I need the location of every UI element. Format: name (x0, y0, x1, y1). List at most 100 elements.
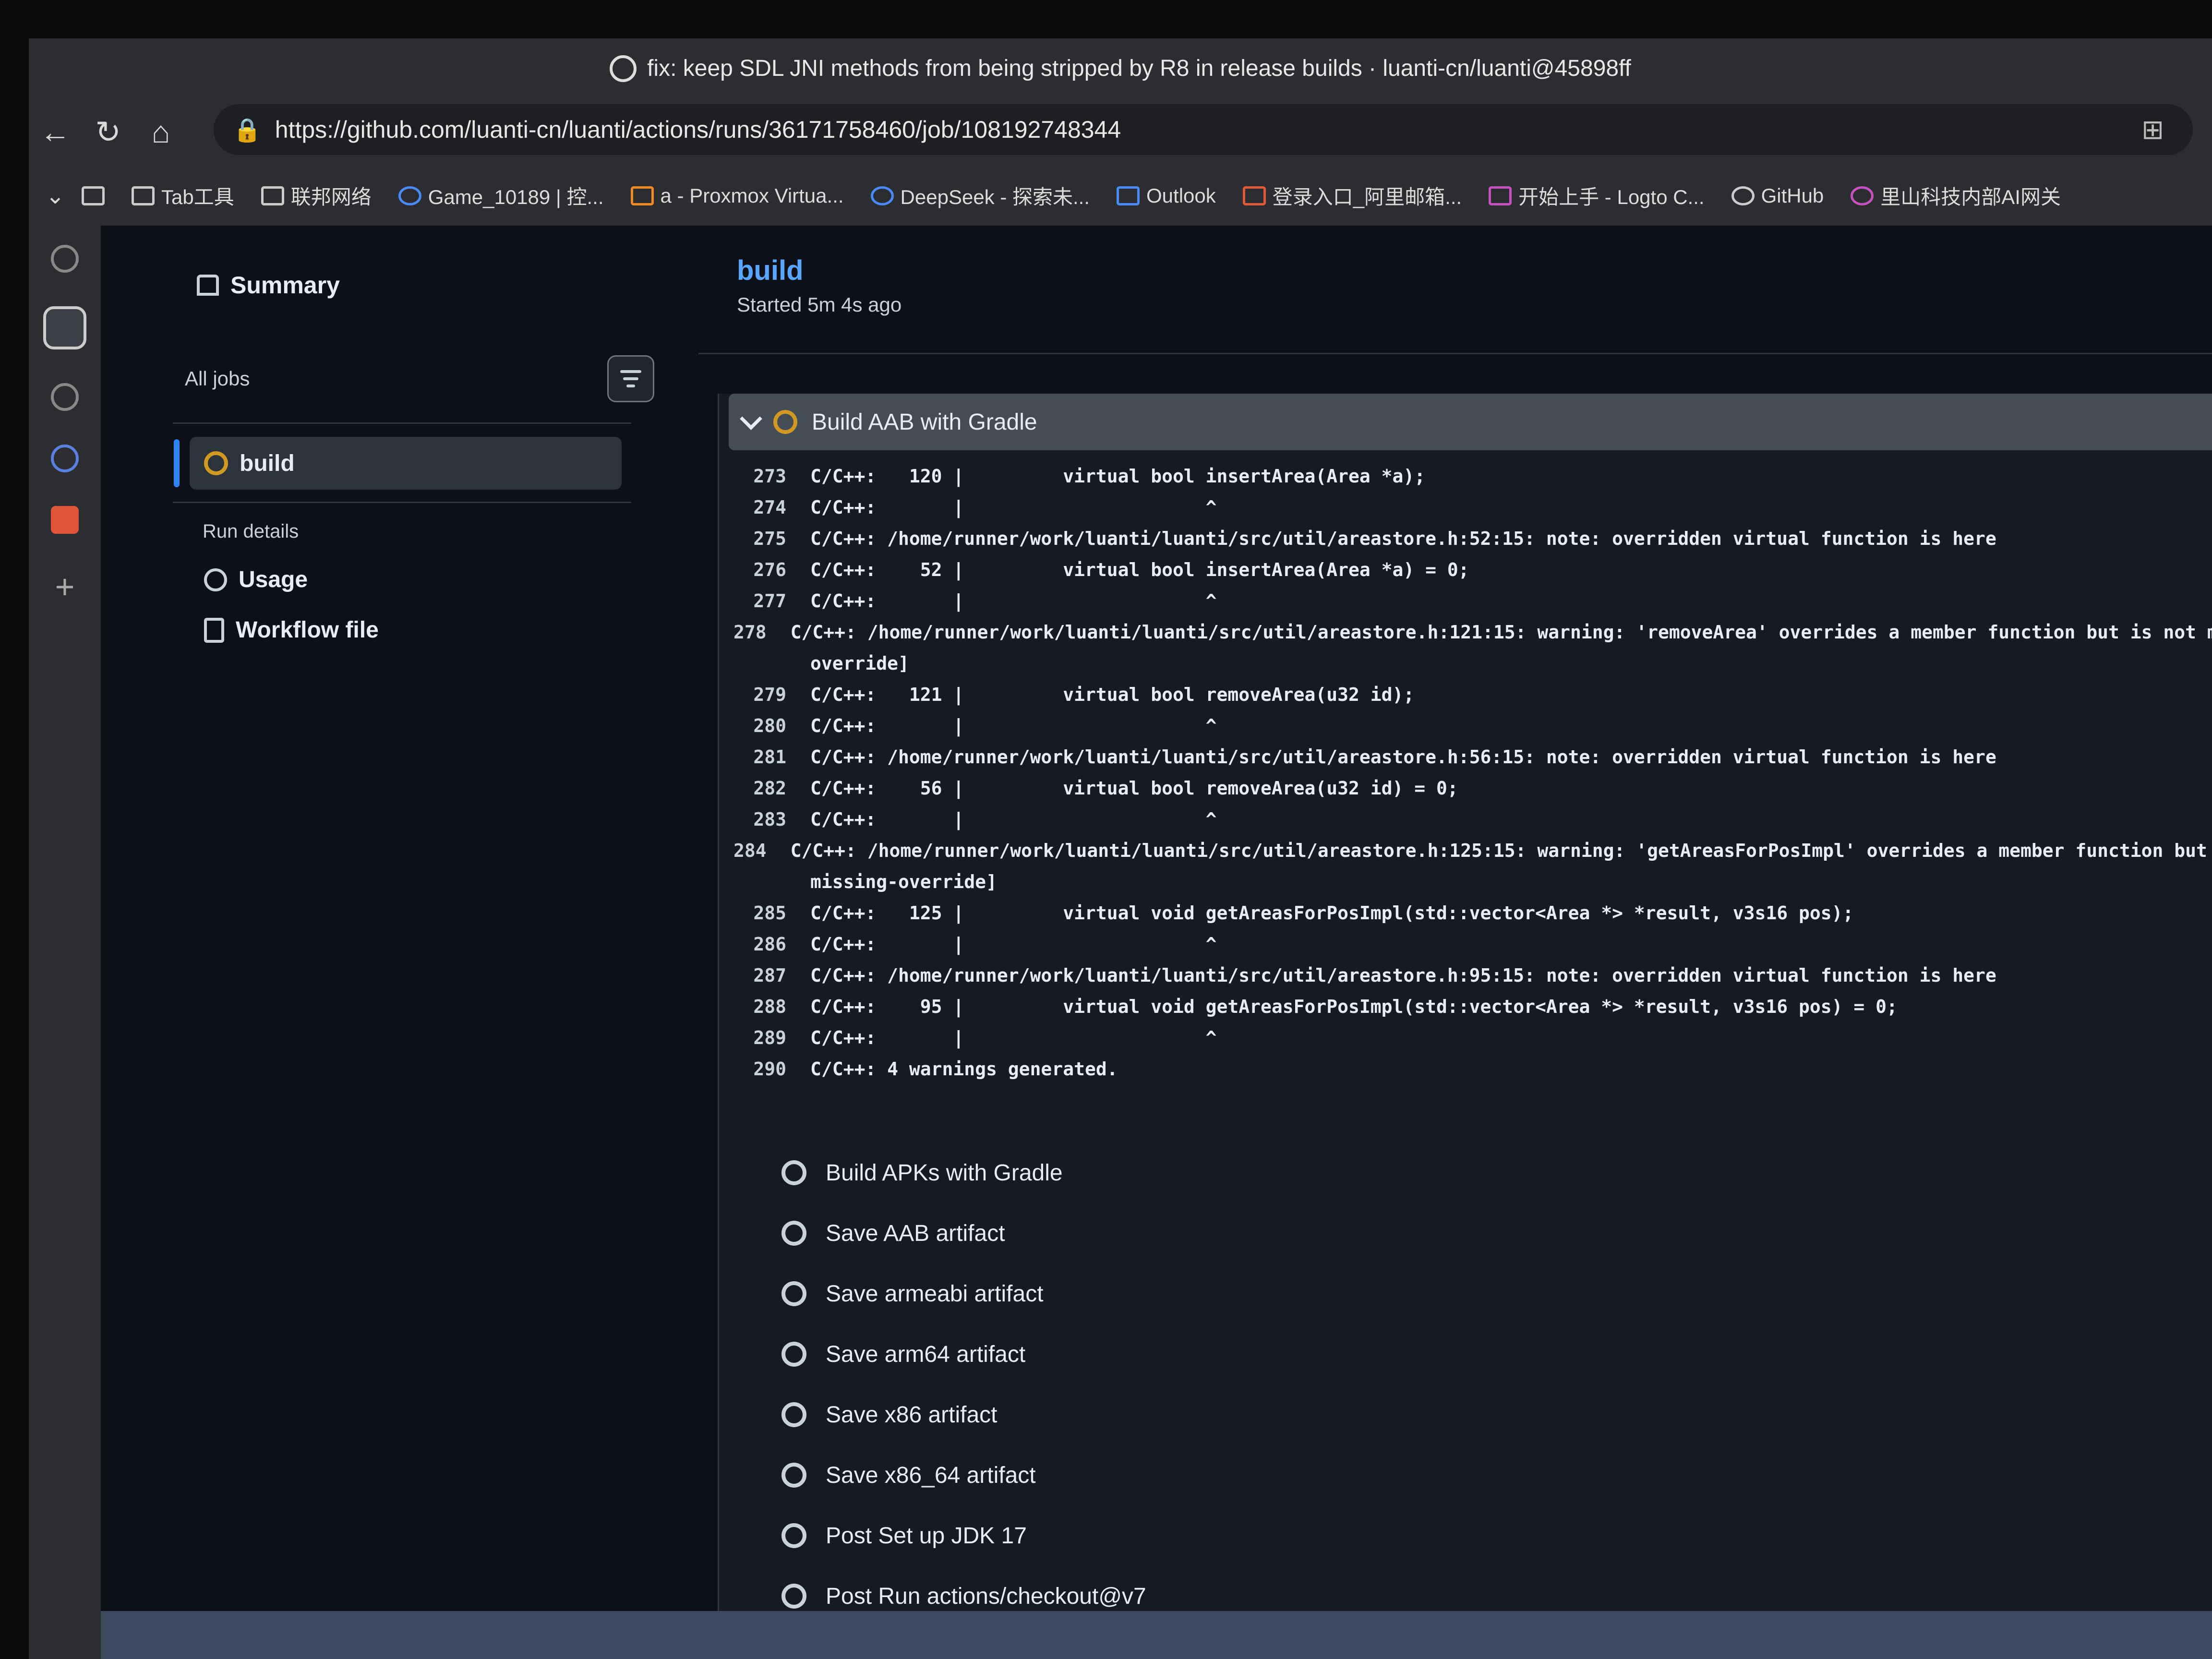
log-line-continuation: missing-override] (810, 871, 997, 892)
bookmark-reading-list[interactable] (82, 186, 105, 205)
log-text: C/C++: /home/runner/work/luanti/luanti/s… (790, 622, 2212, 643)
step-item[interactable]: Save AAB artifact (781, 1203, 1146, 1263)
chevron-down-icon[interactable]: ⌄ (29, 182, 82, 209)
log-line: 290 C/C++: 4 warnings generated. (733, 1054, 2212, 1085)
bookmark-ai-gateway[interactable]: 里山科技内部AI网关 (1851, 181, 2061, 210)
line-number[interactable]: 280 (733, 710, 810, 742)
step-label: Post Run actions/checkout@v7 (826, 1583, 1146, 1609)
lock-icon: 🔒 (233, 117, 262, 143)
step-label: Save x86 artifact (826, 1402, 998, 1428)
chevron-down-icon (740, 407, 762, 430)
bookmark-tab-tools[interactable]: Tab工具 (132, 181, 234, 210)
browser-side-panel: + (29, 226, 101, 1659)
bookmark-github[interactable]: GitHub (1731, 184, 1824, 207)
outlook-icon (1117, 186, 1140, 205)
game-icon (398, 186, 421, 205)
pending-icon (781, 1523, 806, 1548)
step-label: Post Set up JDK 17 (826, 1523, 1027, 1549)
url-text: https://github.com/luanti-cn/luanti/acti… (275, 116, 1121, 143)
pending-icon (781, 1463, 806, 1488)
copilot-icon[interactable] (43, 306, 86, 349)
line-number[interactable]: 274 (733, 492, 810, 523)
in-progress-icon (773, 410, 797, 434)
line-number[interactable]: 285 (733, 898, 810, 929)
workflow-file-link[interactable]: Workflow file (204, 617, 379, 643)
job-item-build[interactable]: build (190, 437, 622, 490)
line-number[interactable]: 287 (733, 960, 810, 991)
step-item[interactable]: Save x86_64 artifact (781, 1445, 1146, 1505)
step-item[interactable]: Post Set up JDK 17 (781, 1505, 1146, 1566)
line-number[interactable]: 279 (733, 679, 810, 710)
active-indicator (174, 439, 180, 487)
step-label: Save AAB artifact (826, 1220, 1005, 1246)
line-number[interactable]: 288 (733, 991, 810, 1022)
line-number[interactable]: 282 (733, 773, 810, 804)
usage-link[interactable]: Usage (204, 566, 308, 593)
divider (698, 353, 2212, 354)
home-icon[interactable]: ⌂ (134, 114, 187, 150)
extensions-icon[interactable]: ⊞ (2141, 114, 2164, 145)
log-text: C/C++: | ^ (810, 715, 1217, 736)
line-number[interactable]: 283 (733, 804, 810, 835)
pending-icon (781, 1342, 806, 1367)
step-label: Save arm64 artifact (826, 1341, 1026, 1367)
line-number[interactable]: 289 (733, 1022, 810, 1054)
log-line-continuation: override] (810, 653, 909, 674)
log-line: 289 C/C++: | ^ (733, 1022, 2212, 1054)
address-bar[interactable]: 🔒 https://github.com/luanti-cn/luanti/ac… (214, 104, 2193, 155)
usage-label: Usage (239, 567, 308, 592)
log-line: 287 C/C++: /home/runner/work/luanti/luant… (733, 960, 2212, 991)
summary-link[interactable]: Summary (197, 271, 340, 299)
app-icon[interactable] (51, 506, 79, 534)
reload-icon[interactable]: ↻ (82, 114, 134, 150)
job-label: build (240, 450, 295, 476)
in-progress-icon (204, 451, 228, 475)
step-item[interactable]: Save arm64 artifact (781, 1324, 1146, 1384)
line-number[interactable]: 275 (733, 523, 810, 554)
log-text: C/C++: 121 | virtual bool removeArea(u32… (810, 684, 1415, 705)
log-line: 278 C/C++: /home/runner/work/luanti/luant… (733, 617, 2212, 648)
line-number[interactable]: 286 (733, 929, 810, 960)
bookmark-label: GitHub (1761, 184, 1824, 207)
bookmark-label: DeepSeek - 探索未... (900, 186, 1090, 208)
bookmark-deepseek[interactable]: DeepSeek - 探索未... (870, 181, 1090, 210)
bookmark-outlook[interactable]: Outlook (1117, 184, 1216, 207)
log-line: 282 C/C++: 56 | virtual bool removeArea(u… (733, 773, 2212, 804)
line-number[interactable]: 276 (733, 554, 810, 586)
filter-icon[interactable] (607, 355, 654, 402)
bookmark-aliyun-mail[interactable]: 登录入口_阿里邮箱... (1242, 181, 1462, 210)
pending-icon (781, 1281, 806, 1306)
bookmark-proxmox[interactable]: a - Proxmox Virtua... (630, 184, 844, 207)
line-number[interactable]: 277 (733, 586, 810, 617)
line-number[interactable]: 284 (733, 835, 791, 866)
back-icon[interactable]: ← (29, 114, 82, 150)
page-content: Summary All jobs build Run details Usage… (101, 226, 2212, 1611)
folder-icon (132, 186, 155, 205)
sync-icon[interactable] (51, 383, 79, 411)
bookmark-game[interactable]: Game_10189 | 控... (398, 181, 604, 210)
all-jobs-heading: All jobs (185, 367, 250, 390)
bookmark-logto[interactable]: 开始上手 - Logto C... (1489, 181, 1705, 210)
bookmark-federated-network[interactable]: 联邦网络 (261, 181, 372, 210)
mail-icon (1242, 186, 1266, 205)
bird-icon[interactable] (51, 445, 79, 472)
step-header-build-aab[interactable]: Build AAB with Gradle (729, 394, 2212, 450)
step-item[interactable]: Save armeabi artifact (781, 1263, 1146, 1324)
step-item[interactable]: Build APKs with Gradle (781, 1142, 1146, 1203)
bookmark-label: 登录入口_阿里邮箱... (1272, 186, 1462, 208)
line-number[interactable]: 281 (733, 742, 810, 773)
logto-icon (1489, 186, 1512, 205)
window-title: fix: keep SDL JNI methods from being str… (647, 56, 1631, 81)
title-bar: fix: keep SDL JNI methods from being str… (29, 38, 2212, 98)
browser-window: fix: keep SDL JNI methods from being str… (29, 38, 2212, 1659)
log-text: C/C++: 56 | virtual bool removeArea(u32 … (810, 778, 1458, 799)
step-title: Build AAB with Gradle (812, 409, 1037, 435)
line-number[interactable]: 290 (733, 1054, 810, 1085)
github-icon[interactable] (51, 245, 79, 273)
stopwatch-icon (204, 568, 227, 591)
step-item[interactable]: Save x86 artifact (781, 1384, 1146, 1445)
pending-icon (781, 1402, 806, 1427)
line-number[interactable]: 278 (733, 617, 791, 648)
add-icon[interactable]: + (55, 567, 75, 606)
line-number[interactable]: 273 (733, 461, 810, 492)
